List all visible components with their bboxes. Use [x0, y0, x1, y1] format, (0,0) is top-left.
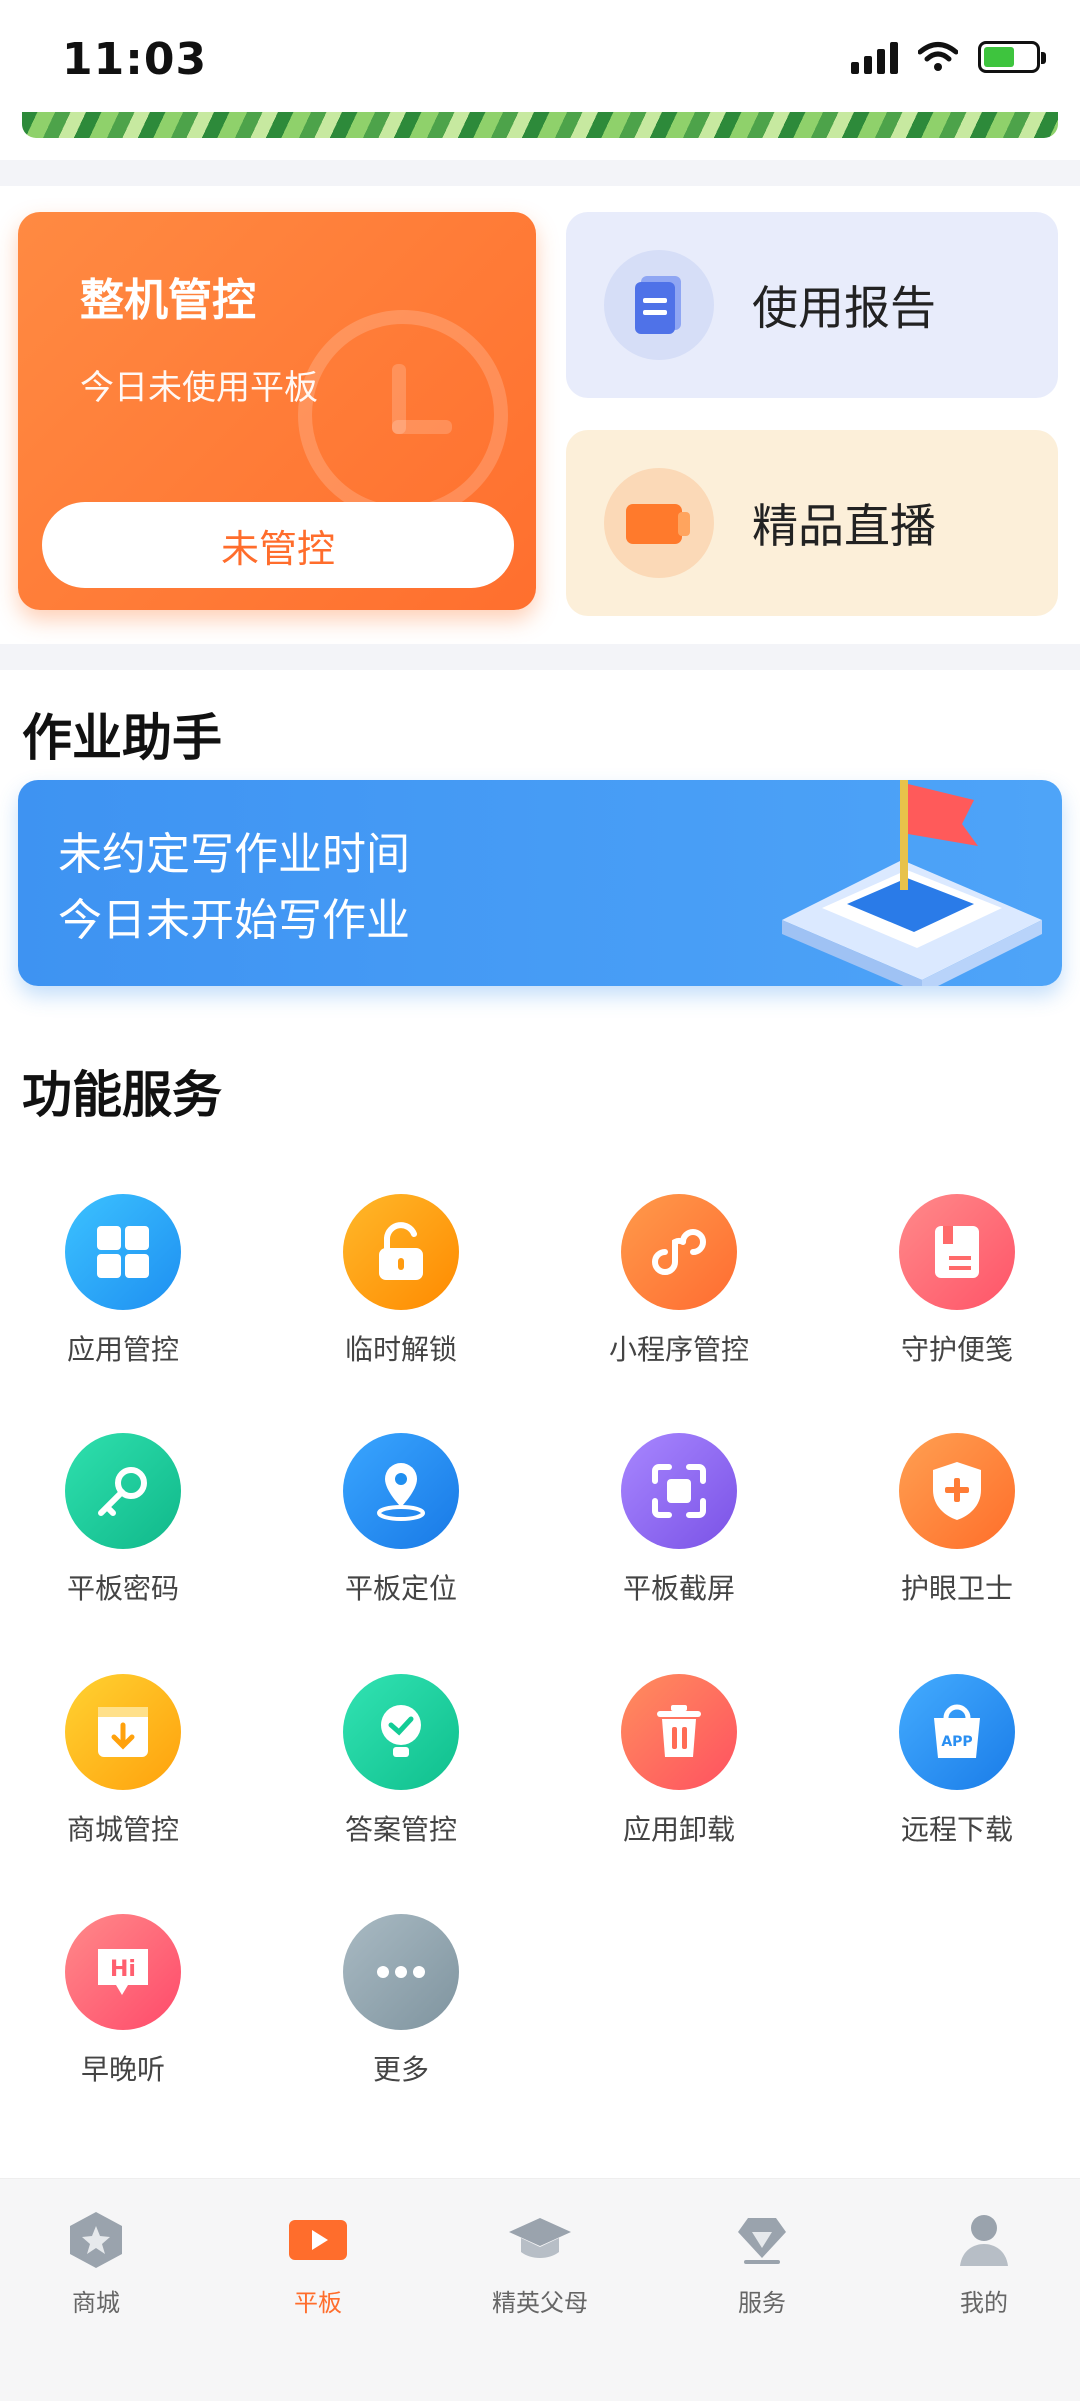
service-label: 应用管控 [66, 1333, 179, 1366]
premium-live-card[interactable]: 精品直播 [566, 430, 1058, 616]
device-control-title: 整机管控 [80, 275, 256, 326]
wifi-icon [918, 42, 958, 71]
service-remote-download[interactable]: APP 远程下载 [857, 1674, 1057, 1848]
homework-section-title: 作业助手 [22, 709, 222, 767]
user-icon [904, 2207, 1064, 2273]
service-app-control[interactable]: 应用管控 [23, 1194, 223, 1368]
status-icons [851, 40, 1046, 74]
tab-store[interactable]: 商城 [16, 2207, 176, 2318]
service-tablet-screenshot[interactable]: 平板截屏 [579, 1433, 779, 1607]
device-control-card[interactable]: 整机管控 今日未使用平板 未管控 [18, 212, 536, 610]
service-label: 平板定位 [344, 1572, 457, 1605]
location-pin-icon [343, 1433, 459, 1549]
divider [0, 160, 1080, 186]
service-label: 守护便笺 [900, 1333, 1013, 1366]
apps-grid-icon [65, 1194, 181, 1310]
service-label: 平板截屏 [622, 1572, 735, 1605]
status-bar: 11:03 [0, 0, 1080, 112]
service-answer-control[interactable]: 答案管控 [301, 1674, 501, 1848]
premium-live-label: 精品直播 [752, 499, 936, 553]
service-label: 早晚听 [80, 2053, 165, 2086]
key-icon [65, 1433, 181, 1549]
service-app-uninstall[interactable]: 应用卸载 [579, 1674, 779, 1848]
tab-label: 服务 [738, 2289, 786, 2317]
tab-label: 我的 [960, 2289, 1008, 2317]
device-control-subtitle: 今日未使用平板 [80, 368, 318, 408]
service-eye-guard[interactable]: 护眼卫士 [857, 1433, 1057, 1607]
service-guard-note[interactable]: 守护便笺 [857, 1194, 1057, 1368]
tab-service[interactable]: 服务 [682, 2207, 842, 2318]
service-label: 护眼卫士 [900, 1572, 1013, 1605]
homework-line-2: 今日未开始写作业 [58, 895, 410, 946]
service-label: 更多 [372, 2053, 429, 2086]
battery-icon [978, 41, 1046, 73]
service-more[interactable]: 更多 [301, 1914, 501, 2088]
divider [0, 644, 1080, 670]
tab-label: 平板 [294, 2289, 342, 2317]
flag-platform-illustration [782, 780, 1042, 986]
service-morning-evening-listen[interactable]: Hi 早晚听 [23, 1914, 223, 2088]
service-label: 平板密码 [66, 1572, 179, 1605]
signal-icon [851, 40, 898, 74]
clock-icon [298, 310, 508, 520]
note-icon [899, 1194, 1015, 1310]
service-tablet-password[interactable]: 平板密码 [23, 1433, 223, 1607]
service-store-control[interactable]: 商城管控 [23, 1674, 223, 1848]
usage-report-label: 使用报告 [752, 281, 936, 335]
tab-label: 精英父母 [492, 2289, 588, 2317]
live-video-icon [604, 468, 714, 578]
service-label: 临时解锁 [344, 1333, 457, 1366]
store-download-icon [65, 1674, 181, 1790]
play-tablet-icon [238, 2207, 398, 2273]
tab-label: 商城 [72, 2289, 120, 2317]
app-bag-icon: APP [899, 1674, 1015, 1790]
status-time: 11:03 [62, 34, 208, 85]
service-label: 答案管控 [344, 1813, 457, 1846]
service-tablet-location[interactable]: 平板定位 [301, 1433, 501, 1607]
services-section-title: 功能服务 [22, 1066, 222, 1124]
usage-report-card[interactable]: 使用报告 [566, 212, 1058, 398]
store-hexagon-icon [16, 2207, 176, 2273]
answer-check-icon [343, 1674, 459, 1790]
homework-line-1: 未约定写作业时间 [58, 829, 410, 880]
app-screen: 11:03 整机管控 今日未使用平板 未管控 使用报告 精品直播 作业助手 未约… [0, 0, 1080, 2401]
unlock-icon [343, 1194, 459, 1310]
control-status-button[interactable]: 未管控 [42, 502, 514, 588]
shield-plus-icon [899, 1433, 1015, 1549]
graduation-cap-icon [460, 2207, 620, 2273]
screenshot-icon [621, 1433, 737, 1549]
service-temp-unlock[interactable]: 临时解锁 [301, 1194, 501, 1368]
homework-banner[interactable]: 未约定写作业时间 今日未开始写作业 [18, 780, 1062, 986]
tab-tablet[interactable]: 平板 [238, 2207, 398, 2318]
diamond-icon [682, 2207, 842, 2273]
report-icon [604, 250, 714, 360]
tab-mine[interactable]: 我的 [904, 2207, 1064, 2318]
trash-icon [621, 1674, 737, 1790]
service-mini-program[interactable]: 小程序管控 [579, 1194, 779, 1368]
service-label: 应用卸载 [622, 1813, 735, 1846]
mini-program-icon [621, 1194, 737, 1310]
service-label: 远程下载 [900, 1813, 1013, 1846]
svg-text:APP: APP [941, 1734, 972, 1750]
tab-elite-parents[interactable]: 精英父母 [460, 2207, 620, 2318]
service-label: 商城管控 [66, 1813, 179, 1846]
more-dots-icon [343, 1914, 459, 2030]
bottom-tab-bar: 商城 平板 精英父母 服务 我的 [0, 2178, 1080, 2401]
svg-text:Hi: Hi [110, 1957, 136, 1982]
banner-strip[interactable] [22, 112, 1058, 138]
service-label: 小程序管控 [608, 1333, 749, 1366]
hi-bubble-icon: Hi [65, 1914, 181, 2030]
